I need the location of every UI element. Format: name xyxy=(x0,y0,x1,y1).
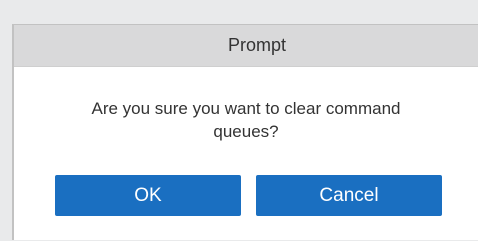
dialog-message: Are you sure you want to clear command q… xyxy=(14,97,478,143)
cancel-button[interactable]: Cancel xyxy=(256,175,442,216)
dialog-message-line1: Are you sure you want to clear command xyxy=(91,99,401,118)
dialog-title: Prompt xyxy=(227,35,287,55)
dialog-titlebar: Prompt xyxy=(14,25,478,67)
dialog-body: Are you sure you want to clear command q… xyxy=(14,67,478,241)
prompt-dialog: Prompt Are you sure you want to clear co… xyxy=(12,24,478,240)
ok-button[interactable]: OK xyxy=(55,175,241,216)
dialog-buttons: OK Cancel xyxy=(55,175,442,216)
dialog-message-line2: queues? xyxy=(213,122,279,141)
